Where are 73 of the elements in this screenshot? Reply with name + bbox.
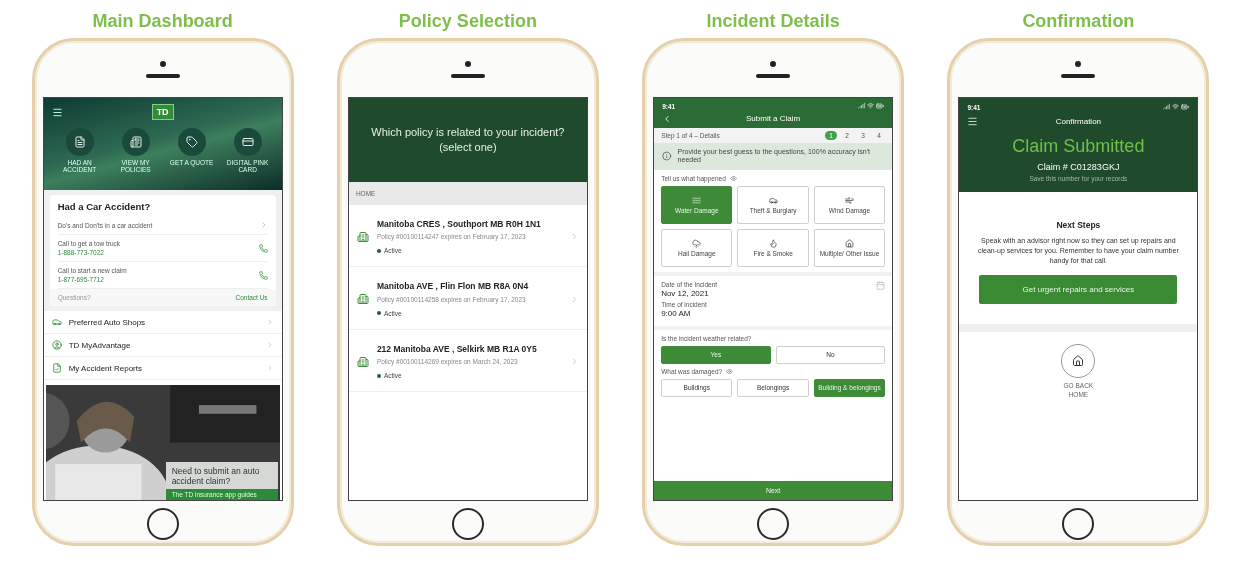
newspaper-icon (129, 136, 142, 148)
section-title: Next Steps (1056, 220, 1101, 230)
home-button[interactable] (1061, 344, 1096, 379)
time-value[interactable]: 9:00 AM (661, 308, 886, 318)
claim-number: Claim # C01283GKJ (1037, 162, 1120, 172)
car-icon (51, 317, 62, 327)
calendar-icon (876, 280, 886, 290)
shortcut-button[interactable] (65, 128, 94, 156)
phone-icon (258, 270, 268, 280)
camera-dot (770, 60, 777, 67)
speaker-grille (450, 73, 485, 78)
cloud-hail-icon (692, 238, 702, 248)
speaker-grille (1061, 73, 1096, 78)
signal-icon (858, 102, 866, 109)
speaker-grille (145, 73, 180, 78)
policy-address: Manitoba CRES , Southport MB R0H 1N1 (376, 219, 542, 231)
car-icon (768, 195, 778, 205)
panel-heading: Confirmation (1022, 10, 1135, 33)
shortcut-button[interactable] (177, 128, 206, 156)
date-value[interactable]: Nov 12, 2021 (661, 288, 718, 298)
nav-title: Submit a Claim (746, 114, 801, 123)
status-dot (376, 311, 381, 316)
battery-icon (1181, 103, 1190, 111)
flame-icon (768, 238, 778, 248)
camera-dot (1075, 60, 1082, 67)
header-question: Which policy is related to your incident? (select one) (370, 125, 566, 155)
document-icon (73, 136, 86, 148)
home-icon (1072, 355, 1085, 368)
user-icon (51, 340, 62, 350)
building-icon (356, 230, 369, 243)
eye-icon (729, 174, 737, 182)
card-icon (241, 136, 254, 148)
camera-dot (159, 60, 166, 67)
camera-dot (464, 60, 471, 67)
panel-heading: Incident Details (706, 10, 840, 33)
menu-icon (51, 106, 63, 118)
battery-icon (876, 102, 885, 110)
panel-heading: Policy Selection (398, 10, 537, 33)
status-dot (376, 249, 381, 253)
menu-item[interactable]: My Accident Reports (68, 363, 259, 373)
home-button[interactable] (757, 508, 790, 540)
home-button[interactable] (1062, 508, 1095, 540)
menu-icon (967, 116, 979, 127)
home-button[interactable] (451, 508, 484, 540)
wind-icon (844, 195, 854, 205)
shortcut-button[interactable] (121, 128, 150, 156)
nav-title: Confirmation (1055, 117, 1102, 126)
building-icon (356, 355, 369, 368)
info-icon (662, 151, 672, 162)
status-dot (376, 373, 381, 378)
waves-icon (692, 195, 702, 205)
building-icon (356, 293, 369, 306)
signal-icon (1163, 103, 1171, 110)
house-icon (844, 238, 854, 248)
repairs-button[interactable]: Get urgent repairs and services (979, 275, 1178, 305)
wifi-icon (867, 102, 875, 109)
menu-item[interactable]: TD MyAdvantage (68, 340, 259, 350)
card-title: Had a Car Accident? (57, 201, 152, 212)
speaker-grille (756, 73, 791, 78)
document-icon (51, 363, 62, 373)
headline: Claim Submitted (1012, 136, 1145, 157)
home-button[interactable] (146, 508, 179, 540)
phone-icon (258, 243, 268, 253)
policy-address: Manitoba AVE , Flin Flon MB R8A 0N4 (376, 281, 530, 293)
eye-icon (726, 367, 734, 375)
panel-heading: Main Dashboard (92, 10, 233, 33)
policy-address: 212 Manitoba AVE , Selkirk MB R1A 0Y5 (376, 343, 538, 355)
menu-item[interactable]: Preferred Auto Shops (68, 317, 259, 327)
logo: TD (151, 104, 174, 120)
banner-title: Need to submit an auto accident claim? (171, 465, 261, 486)
wifi-icon (1172, 103, 1180, 110)
tag-icon (185, 136, 198, 148)
shortcut-button[interactable] (233, 128, 262, 156)
